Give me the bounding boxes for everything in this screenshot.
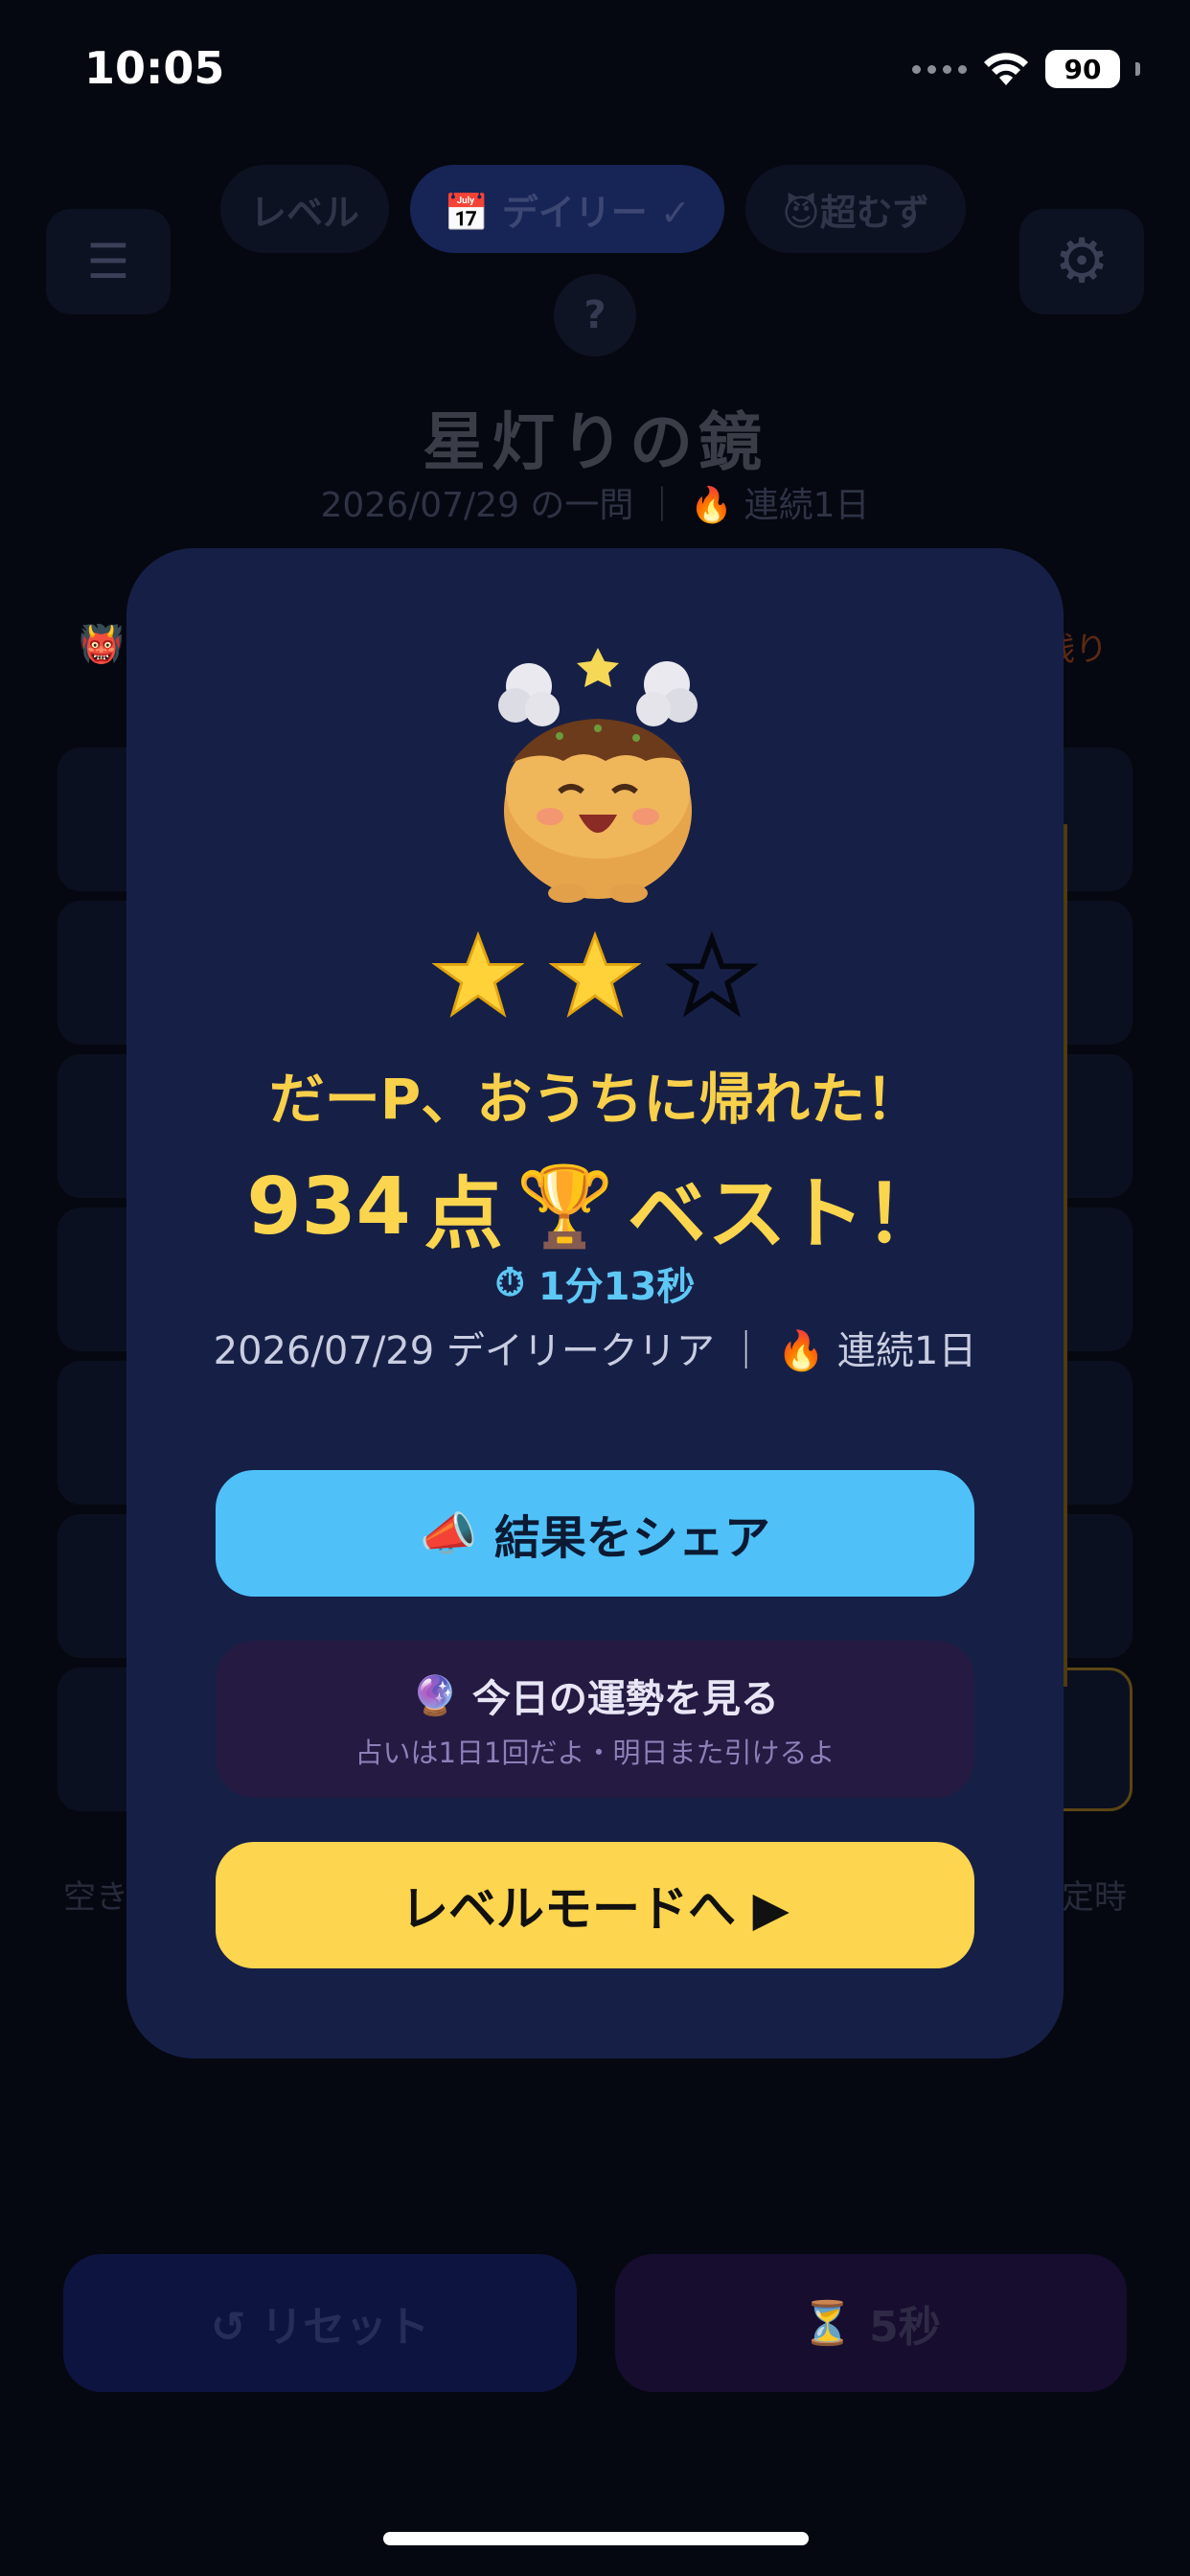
- score-value: 934: [246, 1162, 411, 1253]
- star-filled-icon: [432, 931, 524, 1018]
- score-line: 934 点 🏆 ベスト！: [126, 1150, 1064, 1264]
- result-headline: だーP、おうちに帰れた！: [268, 1067, 922, 1132]
- wifi-icon: [984, 53, 1028, 85]
- level-mode-button[interactable]: レベルモードへ ▶: [216, 1842, 974, 1968]
- hint-timer-button[interactable]: ⏳ 5秒: [615, 2254, 1127, 2392]
- oni-icon: 👹: [79, 623, 125, 665]
- status-time: 10:05: [84, 42, 225, 94]
- settings-button[interactable]: ⚙: [1019, 209, 1144, 314]
- gear-icon: ⚙: [1054, 226, 1110, 297]
- board-note-left: 空き: [63, 1878, 128, 1917]
- fortune-title: 🔮 今日の運勢を見る: [411, 1668, 779, 1723]
- score-unit: 点: [423, 1169, 503, 1260]
- trophy-icon: 🏆: [515, 1161, 614, 1253]
- takoyaki-mascot-image: [498, 648, 698, 903]
- reset-button[interactable]: ↺ リセット: [63, 2254, 577, 2392]
- help-button[interactable]: ?: [554, 274, 636, 356]
- cellular-signal-icon: [912, 64, 967, 74]
- battery-tip: [1135, 62, 1140, 76]
- star-filled-icon: [549, 931, 641, 1018]
- fortune-subtext: 占いは1日1回だよ・明日また引けるよ: [355, 1736, 835, 1769]
- menu-icon: ☰: [86, 234, 130, 289]
- timer-label: 5秒: [869, 2303, 941, 2352]
- megaphone-icon: 📣: [420, 1506, 477, 1561]
- clear-time: ⏱ 1分13秒: [126, 1255, 1064, 1311]
- puzzle-title: 星灯りの鏡: [423, 405, 767, 479]
- home-indicator[interactable]: [383, 2532, 809, 2545]
- tab-level[interactable]: レベル: [220, 165, 389, 253]
- crystal-ball-icon: 🔮: [411, 1673, 459, 1718]
- tab-daily[interactable]: 📅 デイリー ✓: [410, 165, 724, 253]
- status-indicators: 90: [912, 50, 1140, 88]
- clear-time-value: 1分13秒: [538, 1265, 696, 1309]
- tab-super-hard[interactable]: 😈超むず: [745, 165, 966, 253]
- fortune-button[interactable]: 🔮 今日の運勢を見る 占いは1日1回だよ・明日また引けるよ: [216, 1641, 974, 1798]
- best-label: ベスト！: [627, 1169, 944, 1260]
- stopwatch-icon: ⏱: [494, 1261, 525, 1305]
- board-note-right: 定時: [1062, 1878, 1127, 1917]
- fortune-label: 今日の運勢を見る: [471, 1677, 779, 1721]
- share-result-button[interactable]: 📣 結果をシェア: [216, 1470, 974, 1597]
- star-empty-icon: [666, 931, 758, 1018]
- menu-button[interactable]: ☰: [46, 209, 171, 314]
- daily-clear-info: 2026/07/29 デイリークリア ｜ 🔥 連続1日: [213, 1329, 977, 1373]
- share-label: 結果をシェア: [493, 1511, 770, 1565]
- battery-indicator: 90: [1045, 50, 1120, 88]
- puzzle-subtitle: 2026/07/29 の一問 ｜ 🔥 連続1日: [320, 486, 870, 525]
- hourglass-icon: ⏳: [801, 2299, 855, 2348]
- star-rating: [0, 930, 1190, 1022]
